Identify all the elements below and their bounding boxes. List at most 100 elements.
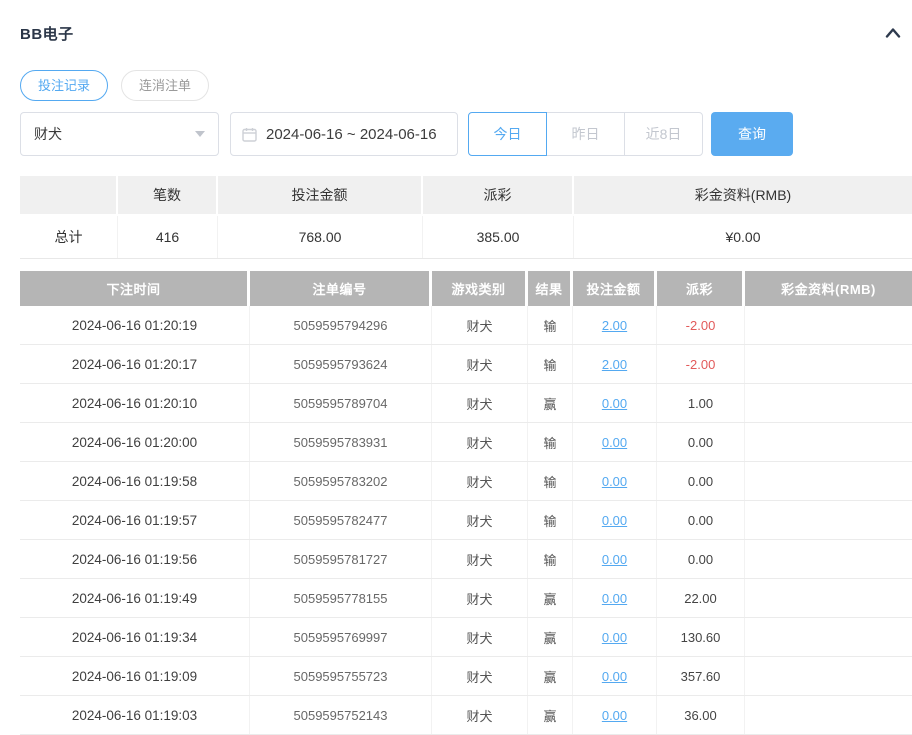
bet-amount-cell: 2.00 — [573, 345, 657, 383]
table-row: 2024-06-16 01:20:00 5059595783931 财犬 输 0… — [20, 423, 912, 462]
game-select[interactable]: 财犬 — [20, 112, 219, 156]
header-bet-time: 下注时间 — [20, 271, 250, 306]
game-select-value: 财犬 — [34, 124, 62, 144]
order-id-cell: 5059595752143 — [250, 696, 432, 734]
table-row: 2024-06-16 01:19:57 5059595782477 财犬 输 0… — [20, 501, 912, 540]
header-payout: 派彩 — [657, 271, 745, 306]
game-type-cell: 财犬 — [432, 384, 528, 422]
order-id-cell: 5059595793624 — [250, 345, 432, 383]
bonus-cell — [745, 384, 912, 422]
chevron-up-icon — [882, 32, 904, 47]
payout-cell: 0.00 — [657, 423, 745, 461]
bet-time-cell: 2024-06-16 01:19:58 — [20, 462, 250, 500]
table-row: 2024-06-16 01:20:17 5059595793624 财犬 输 2… — [20, 345, 912, 384]
summary-header-bet-amount: 投注金额 — [218, 176, 423, 214]
order-id-cell: 5059595782477 — [250, 501, 432, 539]
payout-cell: 0.00 — [657, 501, 745, 539]
bet-time-cell: 2024-06-16 01:19:03 — [20, 696, 250, 734]
table-header-row: 下注时间 注单编号 游戏类别 结果 投注金额 派彩 彩金资料(RMB) — [20, 271, 912, 306]
order-id-cell: 5059595794296 — [250, 306, 432, 344]
bet-time-cell: 2024-06-16 01:20:17 — [20, 345, 250, 383]
date-range-picker[interactable]: 2024-06-16 ~ 2024-06-16 — [230, 112, 458, 156]
result-cell: 输 — [528, 306, 573, 344]
summary-header-bonus: 彩金资料(RMB) — [574, 176, 912, 214]
bonus-cell — [745, 462, 912, 500]
tab-bet-records[interactable]: 投注记录 — [20, 70, 108, 101]
filter-toolbar: 财犬 2024-06-16 ~ 2024-06-16 今日 昨日 近8日 查询 — [20, 112, 912, 156]
result-cell: 赢 — [528, 384, 573, 422]
search-button[interactable]: 查询 — [711, 112, 793, 156]
table-row: 2024-06-16 01:19:34 5059595769997 财犬 赢 0… — [20, 618, 912, 657]
today-button[interactable]: 今日 — [468, 112, 547, 156]
summary-table: 笔数 投注金额 派彩 彩金资料(RMB) 总计 416 768.00 385.0… — [20, 176, 912, 259]
game-type-cell: 财犬 — [432, 696, 528, 734]
game-type-cell: 财犬 — [432, 345, 528, 383]
result-cell: 输 — [528, 423, 573, 461]
header-bonus: 彩金资料(RMB) — [745, 271, 912, 306]
game-type-cell: 财犬 — [432, 501, 528, 539]
bonus-cell — [745, 306, 912, 344]
payout-cell: 0.00 — [657, 462, 745, 500]
result-cell: 输 — [528, 462, 573, 500]
bet-records-table: 下注时间 注单编号 游戏类别 结果 投注金额 派彩 彩金资料(RMB) 2024… — [20, 271, 912, 735]
bet-amount-link[interactable]: 0.00 — [602, 591, 627, 606]
last-8-days-button[interactable]: 近8日 — [624, 112, 703, 156]
bonus-cell — [745, 696, 912, 734]
date-range-value: 2024-06-16 ~ 2024-06-16 — [266, 126, 437, 143]
result-cell: 赢 — [528, 618, 573, 656]
table-row: 2024-06-16 01:19:49 5059595778155 财犬 赢 0… — [20, 579, 912, 618]
summary-count-value: 416 — [118, 216, 218, 258]
bet-amount-link[interactable]: 0.00 — [602, 669, 627, 684]
bet-amount-link[interactable]: 2.00 — [602, 357, 627, 372]
table-row: 2024-06-16 01:20:10 5059595789704 财犬 赢 0… — [20, 384, 912, 423]
bet-amount-link[interactable]: 0.00 — [602, 435, 627, 450]
payout-cell: 22.00 — [657, 579, 745, 617]
summary-bet-amount-value: 768.00 — [218, 216, 423, 258]
payout-cell: 0.00 — [657, 540, 745, 578]
table-row: 2024-06-16 01:19:58 5059595783202 财犬 输 0… — [20, 462, 912, 501]
order-id-cell: 5059595783202 — [250, 462, 432, 500]
bb-games-panel: BB电子 投注记录 连消注单 财犬 2024-06-16 ~ 2024-06-1… — [0, 0, 912, 735]
quick-date-button-group: 今日 昨日 近8日 — [468, 112, 703, 156]
bet-amount-link[interactable]: 0.00 — [602, 513, 627, 528]
bet-amount-cell: 0.00 — [573, 384, 657, 422]
order-id-cell: 5059595789704 — [250, 384, 432, 422]
bet-amount-cell: 0.00 — [573, 618, 657, 656]
order-id-cell: 5059595778155 — [250, 579, 432, 617]
header-result: 结果 — [528, 271, 573, 306]
bet-amount-cell: 2.00 — [573, 306, 657, 344]
result-cell: 输 — [528, 345, 573, 383]
order-id-cell: 5059595783931 — [250, 423, 432, 461]
header-game-type: 游戏类别 — [432, 271, 528, 306]
yesterday-button[interactable]: 昨日 — [546, 112, 625, 156]
game-type-cell: 财犬 — [432, 306, 528, 344]
game-type-cell: 财犬 — [432, 618, 528, 656]
bet-time-cell: 2024-06-16 01:19:34 — [20, 618, 250, 656]
bet-amount-link[interactable]: 0.00 — [602, 396, 627, 411]
bet-amount-link[interactable]: 0.00 — [602, 552, 627, 567]
bet-amount-cell: 0.00 — [573, 696, 657, 734]
order-id-cell: 5059595781727 — [250, 540, 432, 578]
result-cell: 赢 — [528, 696, 573, 734]
collapse-panel-button[interactable] — [882, 22, 904, 44]
payout-cell: 357.60 — [657, 657, 745, 695]
bet-time-cell: 2024-06-16 01:20:10 — [20, 384, 250, 422]
summary-bonus-value: ¥0.00 — [574, 216, 912, 258]
bet-amount-link[interactable]: 0.00 — [602, 708, 627, 723]
tab-cancelled-orders[interactable]: 连消注单 — [121, 70, 209, 101]
table-row: 2024-06-16 01:19:09 5059595755723 财犬 赢 0… — [20, 657, 912, 696]
bonus-cell — [745, 657, 912, 695]
bet-time-cell: 2024-06-16 01:19:09 — [20, 657, 250, 695]
bet-time-cell: 2024-06-16 01:20:00 — [20, 423, 250, 461]
bet-amount-link[interactable]: 0.00 — [602, 630, 627, 645]
game-type-cell: 财犬 — [432, 462, 528, 500]
bet-amount-link[interactable]: 0.00 — [602, 474, 627, 489]
order-id-cell: 5059595769997 — [250, 618, 432, 656]
bonus-cell — [745, 618, 912, 656]
payout-cell: 36.00 — [657, 696, 745, 734]
bonus-cell — [745, 579, 912, 617]
summary-header-payout: 派彩 — [423, 176, 574, 214]
bet-time-cell: 2024-06-16 01:19:49 — [20, 579, 250, 617]
table-row: 2024-06-16 01:19:56 5059595781727 财犬 输 0… — [20, 540, 912, 579]
bet-amount-link[interactable]: 2.00 — [602, 318, 627, 333]
